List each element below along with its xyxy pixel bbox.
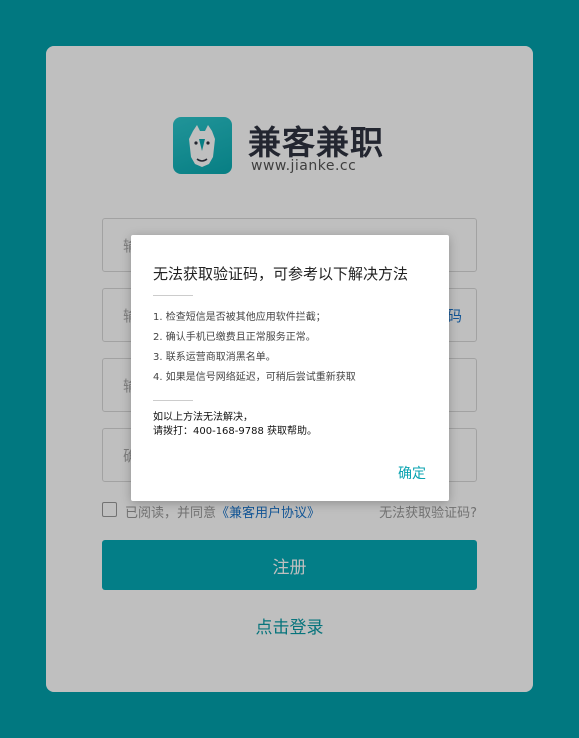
help-line: 请拨打：400-168-9788 获取帮助。	[153, 426, 318, 437]
help-text: 如以上方法无法解决， 请拨打：400-168-9788 获取帮助。	[153, 411, 317, 439]
tip-item: 2. 确认手机已缴费且正常服务正常。	[153, 332, 316, 343]
tips-list: 1. 检查短信是否被其他应用软件拦截； 2. 确认手机已缴费且正常服务正常。 3…	[153, 311, 356, 391]
tip-item: 3. 联系运营商取消黑名单。	[153, 352, 276, 363]
help-dialog: 无法获取验证码，可参考以下解决方法 1. 检查短信是否被其他应用软件拦截； 2.…	[131, 235, 449, 501]
help-line: 如以上方法无法解决，	[153, 412, 253, 423]
tip-item: 4. 如果是信号网络延迟，可稍后尝试重新获取	[153, 372, 356, 383]
confirm-button[interactable]: 确定	[398, 463, 426, 483]
tip-item: 1. 检查短信是否被其他应用软件拦截；	[153, 312, 326, 323]
divider	[153, 295, 193, 296]
divider	[153, 400, 193, 401]
dialog-title: 无法获取验证码，可参考以下解决方法	[153, 265, 409, 283]
